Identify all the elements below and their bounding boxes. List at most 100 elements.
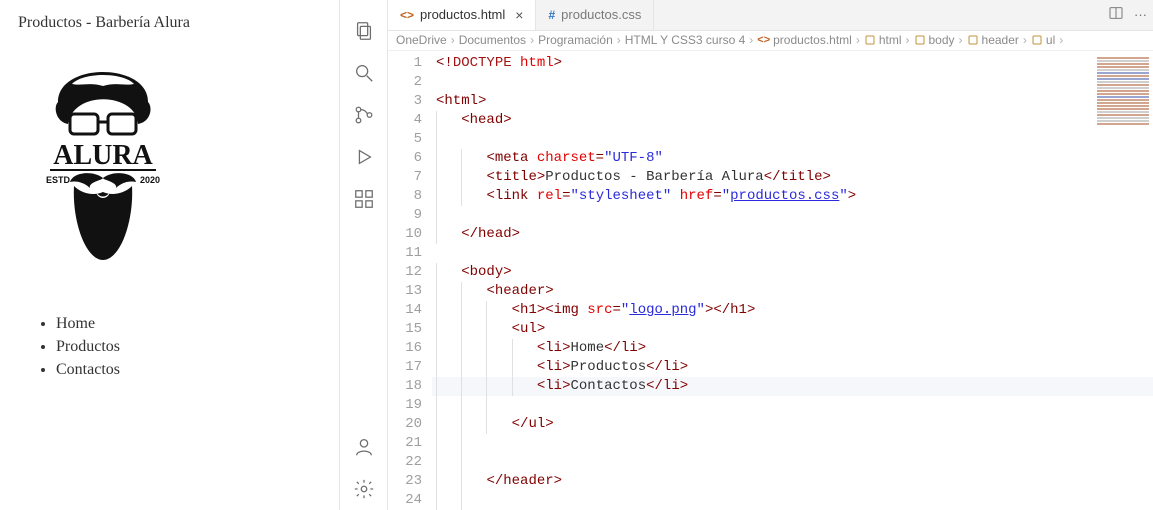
breadcrumb-item[interactable]: ul (1031, 33, 1055, 47)
code-line[interactable] (432, 244, 1153, 263)
logo-text-top: ALURA (53, 140, 153, 171)
editor-panel: <> productos.html × # productos.css ··· … (340, 0, 1153, 510)
breadcrumb-item[interactable]: html (864, 33, 902, 47)
line-number: 17 (388, 358, 422, 377)
breadcrumb-label: Documentos (459, 33, 526, 47)
code-line[interactable]: </header> (432, 472, 1153, 491)
preview-nav: Home Productos Contactos (18, 312, 321, 382)
code-line[interactable]: <!DOCTYPE html> (432, 54, 1153, 73)
line-gutter: 123456789101112131415161718192021222324 (388, 51, 432, 510)
code-line[interactable]: <title>Productos - Barbería Alura</title… (432, 168, 1153, 187)
code-line[interactable]: <ul> (432, 320, 1153, 339)
code-line[interactable]: <header> (432, 282, 1153, 301)
close-icon[interactable]: × (515, 7, 523, 23)
search-icon[interactable] (351, 60, 377, 86)
line-number: 1 (388, 54, 422, 73)
code-line[interactable]: <li>Productos</li> (432, 358, 1153, 377)
breadcrumb-item[interactable]: HTML Y CSS3 curso 4 (625, 33, 746, 47)
debug-icon[interactable] (351, 144, 377, 170)
explorer-icon[interactable] (351, 18, 377, 44)
code-line[interactable] (432, 434, 1153, 453)
code-content[interactable]: <!DOCTYPE html> <html> <head> <meta chars… (432, 51, 1153, 510)
line-number: 20 (388, 415, 422, 434)
code-line[interactable]: </ul> (432, 415, 1153, 434)
code-line[interactable]: </head> (432, 225, 1153, 244)
code-area[interactable]: 123456789101112131415161718192021222324 … (388, 51, 1153, 510)
settings-icon[interactable] (351, 476, 377, 502)
tag-icon (1031, 34, 1043, 46)
preview-panel: Productos - Barbería Alura ALURA ESTD 20… (0, 0, 340, 510)
code-line[interactable]: <body> (432, 263, 1153, 282)
logo-text-left: ESTD (46, 175, 71, 185)
breadcrumb-label: productos.html (773, 33, 852, 47)
tag-icon (914, 34, 926, 46)
code-line[interactable]: <li>Home</li> (432, 339, 1153, 358)
line-number: 6 (388, 149, 422, 168)
breadcrumb-label: ul (1046, 33, 1055, 47)
line-number: 7 (388, 168, 422, 187)
tab-label: productos.html (420, 7, 505, 22)
line-number: 21 (388, 434, 422, 453)
tab-actions: ··· (1102, 0, 1153, 30)
source-control-icon[interactable] (351, 102, 377, 128)
tag-icon (864, 34, 876, 46)
breadcrumb-item[interactable]: Programación (538, 33, 613, 47)
nav-item: Productos (56, 335, 321, 358)
css-file-icon: # (548, 8, 555, 22)
line-number: 19 (388, 396, 422, 415)
code-line[interactable]: <meta charset="UTF-8" (432, 149, 1153, 168)
page-title: Productos - Barbería Alura (18, 14, 321, 32)
code-line[interactable]: <head> (432, 111, 1153, 130)
breadcrumb-item[interactable]: body (914, 33, 955, 47)
tab-label: productos.css (561, 7, 641, 22)
code-line[interactable] (432, 73, 1153, 92)
code-line[interactable] (432, 491, 1153, 510)
code-line[interactable]: <h1><img src="logo.png"></h1> (432, 301, 1153, 320)
breadcrumb[interactable]: OneDrive›Documentos›Programación›HTML Y … (388, 31, 1153, 51)
breadcrumb-item[interactable]: Documentos (459, 33, 526, 47)
code-line[interactable]: <link rel="stylesheet" href="productos.c… (432, 187, 1153, 206)
line-number: 11 (388, 244, 422, 263)
breadcrumb-item[interactable]: <>productos.html (757, 33, 852, 47)
extensions-icon[interactable] (351, 186, 377, 212)
breadcrumb-item[interactable]: header (967, 33, 1019, 47)
breadcrumb-label: body (929, 33, 955, 47)
breadcrumb-label: Programación (538, 33, 613, 47)
breadcrumb-label: header (982, 33, 1019, 47)
line-number: 24 (388, 491, 422, 510)
breadcrumb-label: HTML Y CSS3 curso 4 (625, 33, 746, 47)
more-icon[interactable]: ··· (1134, 7, 1147, 22)
tab-productos-css[interactable]: # productos.css (536, 0, 654, 30)
tag-icon (967, 34, 979, 46)
line-number: 4 (388, 111, 422, 130)
html-file-icon: <> (757, 34, 770, 46)
code-line[interactable] (432, 396, 1153, 415)
split-editor-icon[interactable] (1108, 5, 1124, 24)
code-line[interactable]: <html> (432, 92, 1153, 111)
account-icon[interactable] (351, 434, 377, 460)
line-number: 10 (388, 225, 422, 244)
code-line[interactable] (432, 206, 1153, 225)
line-number: 12 (388, 263, 422, 282)
html-file-icon: <> (400, 8, 414, 22)
line-number: 18 (388, 377, 422, 396)
code-line[interactable] (432, 453, 1153, 472)
tab-bar: <> productos.html × # productos.css ··· (388, 0, 1153, 31)
nav-item: Contactos (56, 358, 321, 381)
code-line[interactable]: <li>Contactos</li> (432, 377, 1153, 396)
line-number: 14 (388, 301, 422, 320)
line-number: 9 (388, 206, 422, 225)
editor-main: <> productos.html × # productos.css ··· … (388, 0, 1153, 510)
line-number: 8 (388, 187, 422, 206)
line-number: 22 (388, 453, 422, 472)
code-line[interactable] (432, 130, 1153, 149)
nav-item: Home (56, 312, 321, 335)
line-number: 16 (388, 339, 422, 358)
breadcrumb-item[interactable]: OneDrive (396, 33, 447, 47)
logo: ALURA ESTD 2020 (28, 52, 321, 262)
line-number: 23 (388, 472, 422, 491)
line-number: 15 (388, 320, 422, 339)
activity-bar (340, 0, 388, 510)
breadcrumb-label: OneDrive (396, 33, 447, 47)
tab-productos-html[interactable]: <> productos.html × (388, 0, 536, 30)
